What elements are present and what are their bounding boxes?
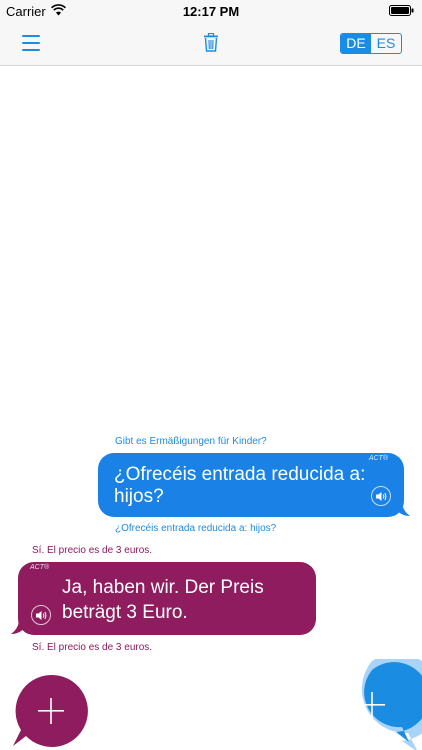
menu-icon[interactable] (22, 35, 40, 51)
source-caption: Gibt es Ermäßigungen für Kinder? (115, 436, 267, 447)
source-caption: Sí. El precio es de 3 euros. (32, 545, 153, 556)
add-partner-message-button[interactable] (10, 670, 90, 750)
navigation-bar: DE ES (0, 22, 422, 66)
act-badge: ACT® (30, 564, 50, 571)
speaker-icon (36, 611, 47, 620)
message-line: Ja, haben wir. Der Preis (62, 577, 264, 598)
speaker-button[interactable] (31, 605, 51, 625)
clock: 12:17 PM (182, 4, 240, 19)
trash-icon[interactable] (203, 33, 219, 52)
status-bar: Carrier 12:17 PM (0, 0, 422, 22)
app-screen: Carrier 12:17 PM DE ES Gibt es Ermäßigun… (0, 0, 422, 750)
act-badge: ACT® (368, 455, 388, 462)
translation-caption: Sí. El precio es de 3 euros. (32, 642, 153, 653)
message-bubble-partner[interactable]: ACT® Ja, haben wir. Der Preis beträgt 3 … (18, 562, 316, 635)
speaker-icon (376, 492, 387, 501)
add-user-message-button[interactable] (326, 659, 422, 750)
language-es-button[interactable]: ES (371, 34, 401, 53)
language-toggle: DE ES (340, 33, 402, 54)
speaker-button[interactable] (371, 486, 391, 506)
message-line: hijos? (114, 486, 164, 507)
translation-caption: ¿Ofrecéis entrada reducida a: hijos? (115, 523, 277, 534)
message-line: beträgt 3 Euro. (62, 602, 188, 623)
message-bubble-user[interactable]: ACT® ¿Ofrecéis entrada reducida a: hijos… (98, 453, 404, 517)
language-de-button[interactable]: DE (341, 34, 371, 53)
battery-icon (389, 5, 414, 16)
